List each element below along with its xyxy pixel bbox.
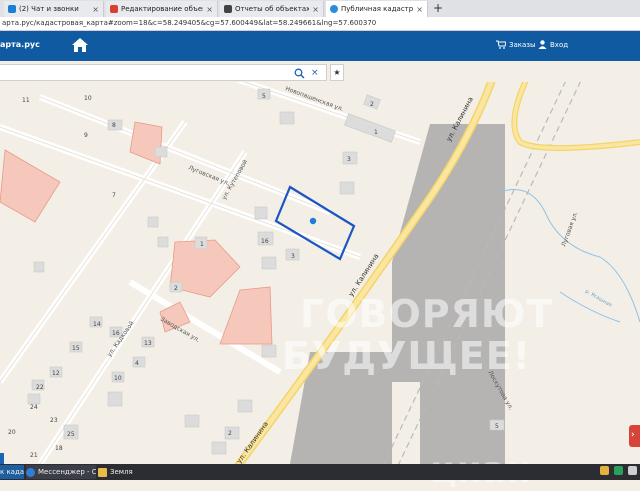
house-number: 21 (30, 452, 38, 459)
url-text[interactable]: арта.рус/кадастровая_карта#zoom=18&c=58.… (2, 18, 376, 29)
close-icon[interactable]: × (416, 5, 423, 14)
left-panel-tab[interactable] (0, 453, 4, 464)
cart-icon (496, 40, 506, 49)
update-icon[interactable] (600, 466, 609, 475)
taskbar-item-folder[interactable]: Земля (98, 465, 158, 479)
close-icon[interactable]: × (312, 5, 319, 14)
close-icon[interactable]: × (206, 5, 213, 14)
house-number: 2 (228, 430, 232, 437)
tab-label: Отчеты об объектах недви (235, 5, 310, 13)
user-icon (538, 40, 547, 49)
clear-icon[interactable]: × (311, 66, 319, 80)
street-label: Луговая ул. (560, 211, 579, 248)
network-icon[interactable] (614, 466, 623, 475)
house-number: 3 (347, 156, 351, 163)
house-number: 16 (261, 238, 269, 245)
tab-reports[interactable]: Отчеты об объектах недви × (220, 1, 324, 17)
house-number: 8 (112, 122, 116, 129)
house-number: 22 (36, 384, 44, 391)
orders-label: Заказы (509, 40, 536, 49)
house-number: 16 (112, 330, 120, 337)
river-label: р. Ясашная (584, 289, 613, 309)
folder-icon (98, 467, 107, 477)
taskbar-label: к када... (0, 468, 24, 476)
taskbar-item-messenger[interactable]: Мессенджер - С... (26, 465, 96, 479)
shield-icon (110, 5, 118, 13)
house-number: 3 (291, 253, 295, 260)
search-icon[interactable] (294, 68, 305, 79)
tab-label: Редактирование объекта Л (121, 5, 203, 13)
tab-cadastral-map[interactable]: Публичная кадастровая ка × (326, 1, 428, 17)
favorite-button[interactable]: ★ (330, 64, 344, 81)
house-number: 4 (135, 360, 139, 367)
house-number: 9 (84, 132, 88, 139)
orders-button[interactable]: Заказы (496, 40, 536, 49)
site-header: арта.рус Заказы Вход (0, 31, 640, 61)
house-number: 11 (22, 97, 30, 104)
close-icon[interactable]: × (92, 5, 99, 14)
search-box: × (0, 64, 327, 81)
home-icon[interactable] (71, 37, 89, 53)
tab-label: (2) Чат и звонки (19, 5, 79, 13)
side-panel-toggle[interactable]: › (629, 425, 640, 447)
site-name[interactable]: арта.рус (0, 40, 40, 49)
map-canvas[interactable]: Новопашенская ул. Луговская ул. ул. Куте… (0, 70, 640, 477)
house-number: 15 (72, 345, 80, 352)
house-number: 5 (495, 423, 499, 430)
house-number: 10 (84, 95, 92, 102)
house-number: 12 (52, 370, 60, 377)
cadastral-map[interactable]: Новопашенская ул. Луговская ул. ул. Куте… (0, 70, 640, 491)
taskbar-label: Земля (110, 468, 133, 476)
volume-icon[interactable] (628, 466, 637, 475)
os-taskbar: к када... Мессенджер - С... Земля (0, 464, 640, 480)
globe-icon (330, 5, 338, 13)
login-button[interactable]: Вход (538, 40, 568, 49)
house-number: 1 (200, 241, 204, 248)
tab-label: Публичная кадастровая ка (341, 5, 414, 13)
house-number: 5 (262, 93, 266, 100)
house-number: 10 (114, 375, 122, 382)
tab-edit-object[interactable]: Редактирование объекта Л × (106, 1, 218, 17)
house-number: 20 (8, 429, 16, 436)
house-number: 23 (50, 417, 58, 424)
street-label: ул. Кадковой (106, 320, 136, 358)
browser-tab-bar: (2) Чат и звонки × Редактирование объект… (0, 0, 640, 17)
house-number: 14 (93, 321, 101, 328)
chevron-right-icon: › (631, 430, 635, 440)
house-number: 1 (374, 129, 378, 136)
house-number: 2 (174, 285, 178, 292)
tab-chat[interactable]: (2) Чат и звонки × (4, 1, 104, 17)
system-tray (600, 466, 637, 475)
address-bar[interactable]: арта.рус/кадастровая_карта#zoom=18&c=58.… (0, 17, 640, 31)
house-number: 2 (370, 101, 374, 108)
taskbar-item-browser[interactable]: к када... (0, 465, 24, 479)
house-number: 18 (55, 445, 63, 452)
house-number: 7 (112, 192, 116, 199)
new-tab-button[interactable]: + (430, 1, 446, 17)
house-number: 24 (30, 404, 38, 411)
x-logo-icon (224, 5, 232, 13)
house-number: 25 (67, 431, 75, 438)
login-label: Вход (550, 40, 569, 49)
watermark-text: БУДУЩЕЕ! (282, 334, 532, 378)
cloud-icon (8, 5, 16, 13)
watermark-text: ГОВОРЯЮТ (300, 292, 554, 336)
search-input[interactable] (2, 67, 291, 81)
taskbar-label: Мессенджер - С... (38, 468, 96, 476)
street-label: ул. Калинина (235, 420, 270, 464)
messenger-icon (26, 467, 35, 477)
house-number: 13 (144, 340, 152, 347)
